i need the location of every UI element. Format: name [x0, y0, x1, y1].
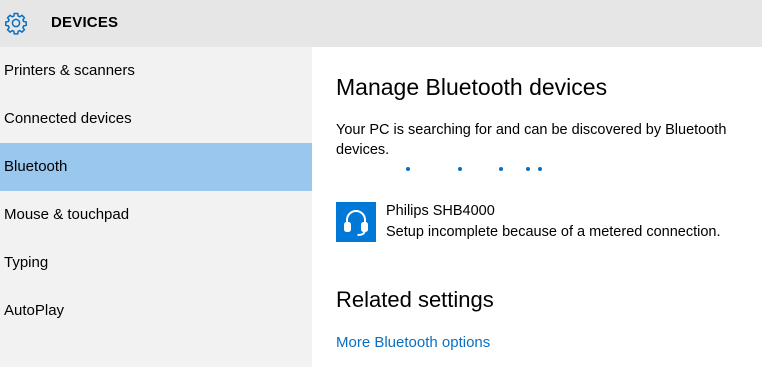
app-header: DEVICES [0, 0, 762, 47]
related-settings-title: Related settings [336, 287, 494, 312]
device-name: Philips SHB4000 [386, 203, 495, 219]
sidebar: Printers & scanners Connected devices Bl… [0, 47, 312, 367]
sidebar-item-label: Bluetooth [4, 158, 68, 175]
sidebar-item-typing[interactable]: Typing [0, 239, 312, 287]
bottom-strip [0, 367, 776, 391]
progress-dot [499, 167, 503, 171]
progress-dot [538, 167, 542, 171]
sidebar-item-label: AutoPlay [4, 302, 65, 319]
progress-dot [458, 167, 462, 171]
page-title: DEVICES [51, 14, 119, 31]
sidebar-item-label: Connected devices [4, 110, 132, 127]
sidebar-item-label: Printers & scanners [4, 62, 135, 79]
sidebar-item-mouse-touchpad[interactable]: Mouse & touchpad [0, 191, 312, 239]
progress-dot [406, 167, 410, 171]
progress-dot [526, 167, 530, 171]
device-status: Setup incomplete because of a metered co… [386, 224, 721, 240]
searching-description: Your PC is searching for and can be disc… [336, 122, 727, 158]
sidebar-item-printers-scanners[interactable]: Printers & scanners [0, 47, 312, 95]
headset-icon [336, 202, 376, 242]
more-bluetooth-options-link[interactable]: More Bluetooth options [336, 334, 490, 351]
sidebar-item-label: Typing [4, 254, 49, 271]
main-content: Manage Bluetooth devices Your PC is sear… [312, 47, 762, 367]
gear-icon[interactable] [4, 11, 28, 35]
sidebar-item-connected-devices[interactable]: Connected devices [0, 95, 312, 143]
sidebar-item-label: Mouse & touchpad [4, 206, 130, 223]
section-title: Manage Bluetooth devices [336, 74, 608, 100]
sidebar-item-bluetooth[interactable]: Bluetooth [0, 143, 312, 191]
sidebar-item-autoplay[interactable]: AutoPlay [0, 287, 312, 335]
